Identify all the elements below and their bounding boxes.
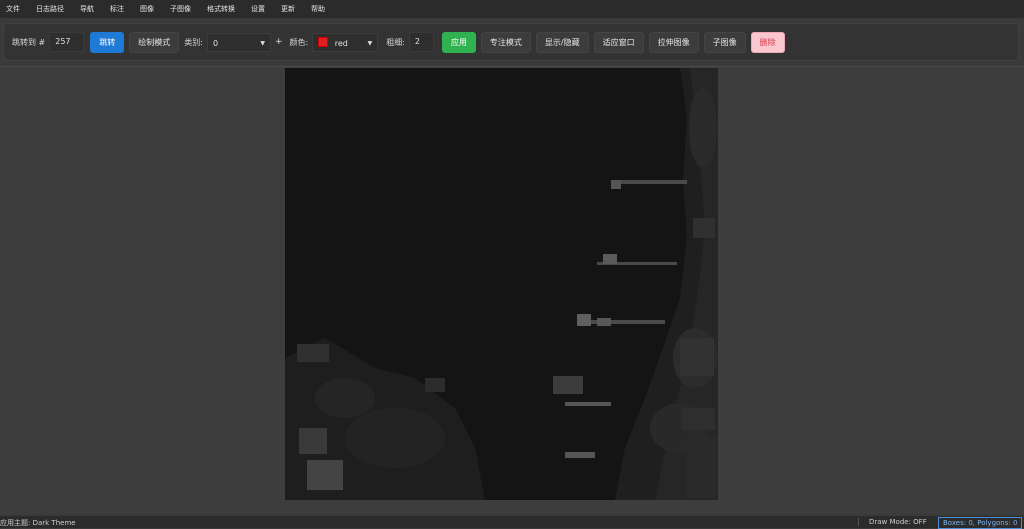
aerial-image-drawing [285, 68, 718, 500]
color-select[interactable]: red ▼ [312, 32, 379, 52]
class-label: 类别: [184, 37, 203, 47]
menu-file[interactable]: 文件 [0, 0, 28, 18]
annotation-count-badge: Boxes: 0, Polygons: 0 [938, 517, 1023, 529]
menu-image[interactable]: 图像 [132, 0, 162, 18]
thickness-input[interactable]: 2 [408, 32, 434, 52]
draw-mode-status: Draw Mode: OFF [858, 518, 927, 526]
stretch-image-button[interactable]: 拉伸图像 [648, 31, 699, 53]
add-class-button[interactable]: + [275, 37, 283, 47]
color-label: 颜色: [289, 37, 309, 47]
jump-label: 跳转到 # [12, 37, 46, 47]
menu-navigate[interactable]: 导航 [72, 0, 102, 18]
delete-button[interactable]: 删除 [750, 31, 785, 53]
chevron-down-icon: ▼ [367, 39, 373, 47]
subimage-button[interactable]: 子图像 [703, 31, 746, 53]
draw-mode-button[interactable]: 绘制模式 [129, 31, 180, 53]
color-select-value: red [334, 38, 348, 48]
menu-format-convert[interactable]: 格式转换 [199, 0, 243, 18]
menu-update[interactable]: 更新 [273, 0, 303, 18]
theme-status: 应用主题: Dark Theme [0, 519, 76, 527]
chevron-down-icon: ▼ [260, 39, 265, 47]
menu-bar: 文件 日志路径 导航 标注 图像 子图像 格式转换 设置 更新 帮助 [0, 0, 1024, 18]
menu-annotate[interactable]: 标注 [102, 0, 132, 18]
fit-window-button[interactable]: 适应窗口 [593, 31, 644, 53]
menu-log-path[interactable]: 日志路径 [28, 0, 72, 18]
menu-subimage[interactable]: 子图像 [162, 0, 199, 18]
focus-mode-button[interactable]: 专注模式 [480, 31, 531, 53]
jump-input[interactable]: 257 [49, 32, 85, 52]
menu-help[interactable]: 帮助 [303, 0, 333, 18]
aerial-image[interactable] [285, 68, 718, 500]
toolbar: 跳转到 # 257 跳转 绘制模式 类别: 0 ▼ + 颜色: red ▼ 粗细… [3, 23, 1019, 61]
apply-button[interactable]: 应用 [441, 31, 476, 53]
menu-settings[interactable]: 设置 [243, 0, 273, 18]
class-select-value: 0 [212, 38, 219, 48]
class-select[interactable]: 0 ▼ [206, 32, 271, 52]
show-hide-button[interactable]: 显示/隐藏 [535, 31, 589, 53]
jump-button[interactable]: 跳转 [90, 31, 125, 53]
thickness-label: 粗细: [386, 37, 405, 47]
color-swatch-icon [318, 36, 329, 47]
status-bar: 应用主题: Dark Theme Draw Mode: OFF Boxes: 0… [0, 516, 1024, 529]
